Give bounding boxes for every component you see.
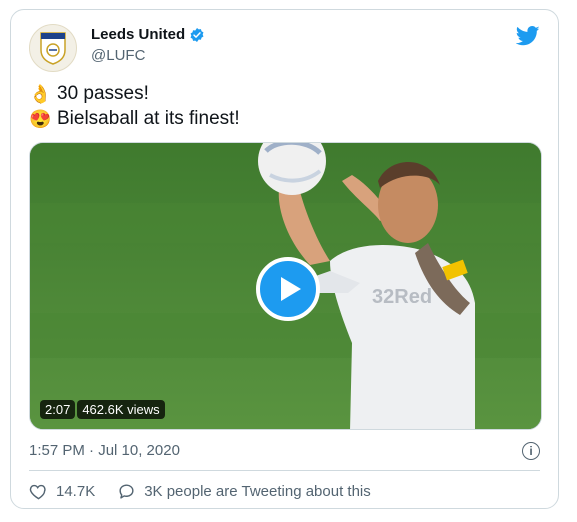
heart-icon <box>29 484 46 500</box>
twitter-bird-icon[interactable] <box>516 26 540 46</box>
conversation-text: 3K people are Tweeting about this <box>144 483 371 500</box>
info-icon[interactable]: i <box>522 442 540 460</box>
tweet-timestamp[interactable]: 1:57 PM · Jul 10, 2020 <box>29 442 180 459</box>
like-count: 14.7K <box>56 483 96 500</box>
tweet-text: 👌 30 passes! 😍 Bielsaball at its finest! <box>29 82 240 132</box>
like-button[interactable]: 14.7K <box>29 482 95 501</box>
account-names: Leeds United @LUFC <box>91 26 205 64</box>
display-name[interactable]: Leeds United <box>91 26 185 43</box>
display-name-row[interactable]: Leeds United <box>91 26 205 43</box>
video-duration: 2:07 <box>40 400 76 419</box>
tweet-line-text: 30 passes! <box>57 83 149 104</box>
heart-eyes-icon: 😍 <box>29 109 52 129</box>
tweet-card: Leeds United @LUFC 👌 30 passes! 😍 Bielsa… <box>10 9 559 509</box>
tweet-actions: 14.7K 3K people are Tweeting about this <box>29 482 371 501</box>
video-views: 462.6K views <box>77 400 165 419</box>
leeds-crest-icon <box>40 32 66 65</box>
svg-text:32Red: 32Red <box>372 286 432 308</box>
divider <box>29 470 540 471</box>
play-icon <box>281 277 301 301</box>
reply-bubble-icon <box>119 484 134 499</box>
video-meta: 2:07 462.6K views <box>40 400 165 419</box>
video-player[interactable]: 32Red 2:07 462.6K views <box>29 142 542 430</box>
tweet-line-text: Bielsaball at its finest! <box>57 108 240 129</box>
verified-badge-icon <box>190 27 204 42</box>
play-button[interactable] <box>256 257 320 321</box>
conversation-link[interactable]: 3K people are Tweeting about this <box>117 482 371 501</box>
tweet-line-1: 👌 30 passes! <box>29 82 240 106</box>
tweet-header: Leeds United @LUFC <box>29 24 540 72</box>
account-handle[interactable]: @LUFC <box>91 47 205 64</box>
ok-hand-icon: 👌 <box>29 84 52 104</box>
avatar[interactable] <box>29 24 77 72</box>
tweet-line-2: 😍 Bielsaball at its finest! <box>29 107 240 131</box>
